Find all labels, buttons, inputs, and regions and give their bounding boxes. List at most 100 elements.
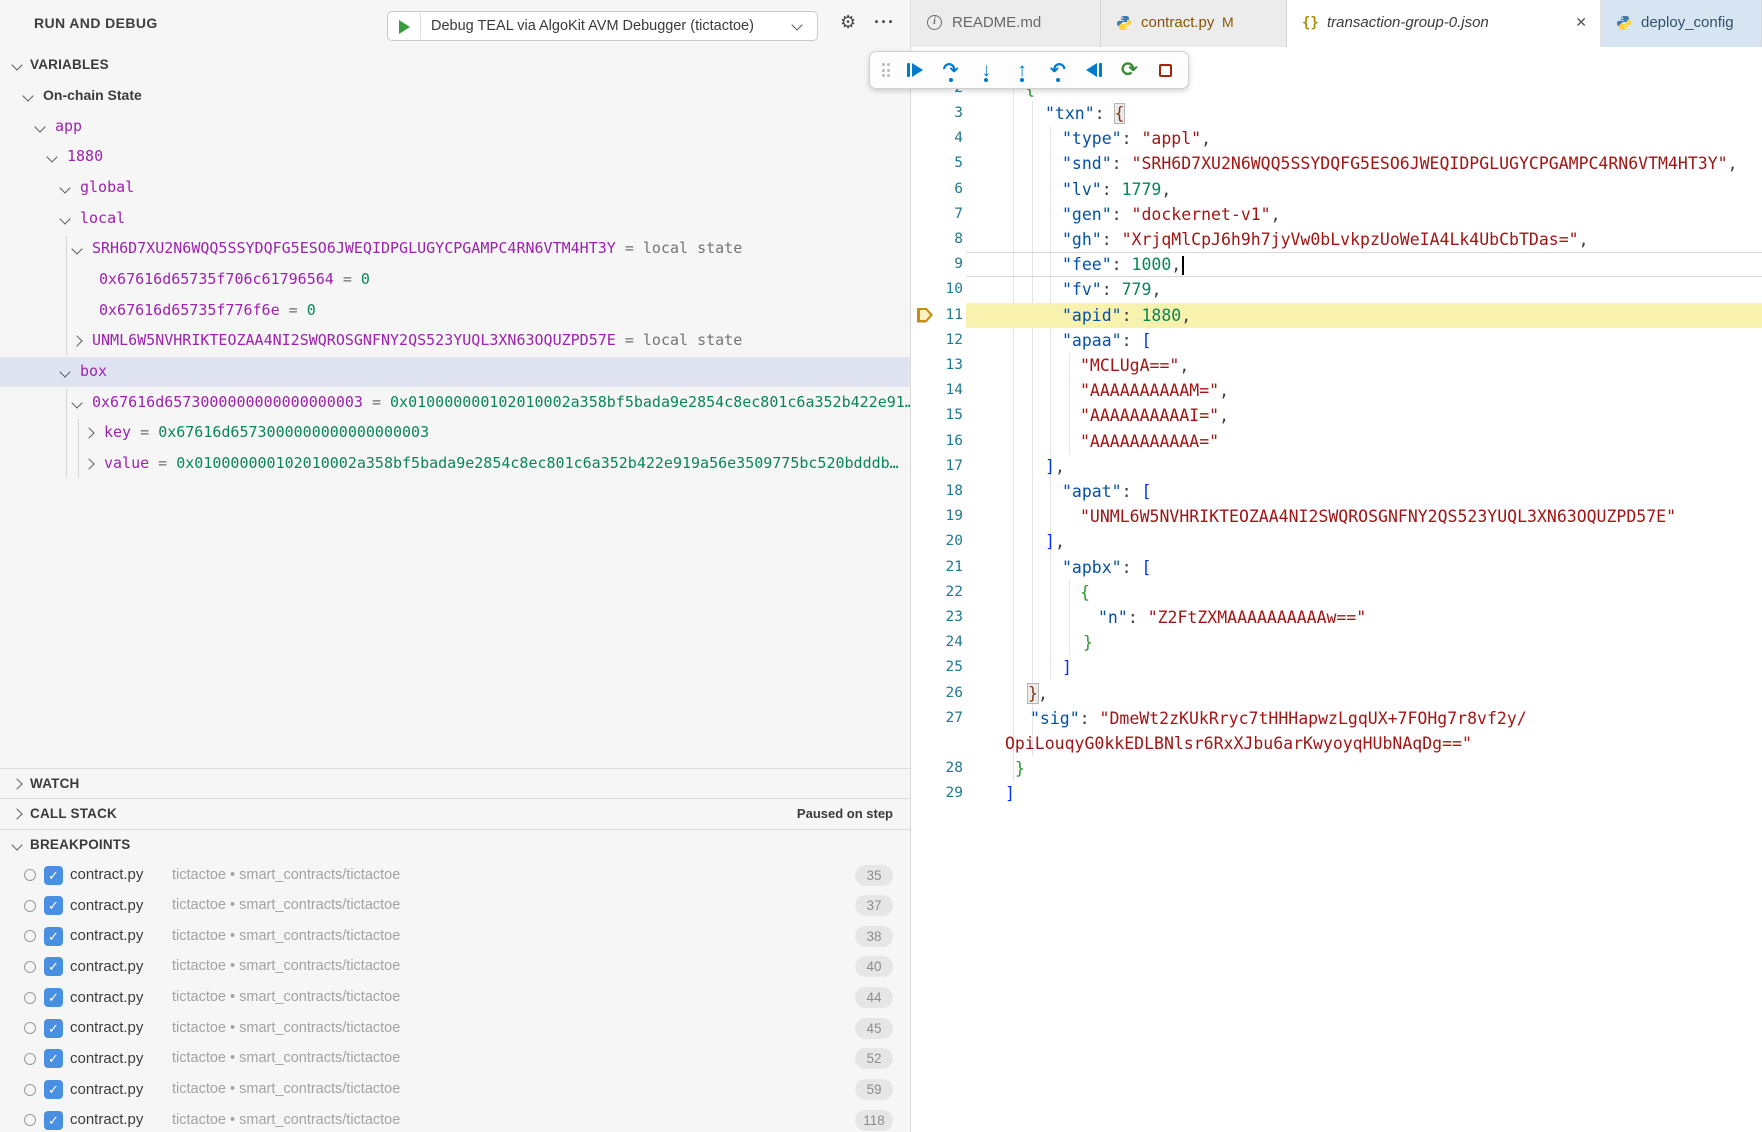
editor-line-number[interactable]: 4 <box>911 126 963 151</box>
editor-line[interactable]: "n": "Z2FtZXMAAAAAAAAAAw==" <box>1098 605 1366 630</box>
call-stack-section-header[interactable]: CALL STACK Paused on step <box>0 798 910 828</box>
editor-line-number[interactable]: 14 <box>911 378 963 403</box>
editor-line[interactable]: "UNML6W5NVHRIKTEOZAA4NI2SWQROSGNFNY2QS52… <box>1080 504 1676 529</box>
variables-tree-row[interactable]: 0x67616d65735f776f6e = 0 <box>0 296 910 327</box>
editor-line-number[interactable]: 15 <box>911 403 963 428</box>
chevron-down-icon[interactable] <box>71 397 82 408</box>
editor-line[interactable]: "txn": { <box>1045 101 1124 126</box>
variables-tree-row[interactable]: 0x67616d6573000000000000000003 = 0x01000… <box>0 388 910 419</box>
editor-line[interactable]: } <box>1015 756 1025 781</box>
editor-line[interactable]: "lv": 1779, <box>1062 177 1171 202</box>
debug-step-back-button[interactable]: ↶ <box>1043 55 1073 85</box>
variables-tree-row[interactable]: global <box>0 173 910 204</box>
chevron-down-icon[interactable] <box>59 213 70 224</box>
editor-line[interactable]: "AAAAAAAAAAM=", <box>1080 378 1229 403</box>
variables-tree-row[interactable]: value = 0x010000000102010002a358bf5bada9… <box>0 449 910 480</box>
debug-reverse-continue-button[interactable] <box>1079 55 1109 85</box>
breakpoint-checkbox[interactable]: ✓ <box>44 927 63 946</box>
editor-line[interactable]: }, <box>1028 681 1048 706</box>
editor-line[interactable]: "type": "appl", <box>1062 126 1211 151</box>
tab-deploy-config[interactable]: deploy_config <box>1601 0 1762 47</box>
start-debug-icon[interactable] <box>399 20 410 34</box>
editor-line[interactable]: "MCLUgA==", <box>1080 353 1189 378</box>
editor-line[interactable]: OpiLouqyG0kkEDLBNlsr6RxXJbu6arKwyoyqHUbN… <box>1005 731 1472 756</box>
chevron-down-icon[interactable] <box>46 152 57 163</box>
gear-icon[interactable]: ⚙ <box>840 12 856 33</box>
editor-line-number[interactable]: 6 <box>911 177 963 202</box>
editor-line-number[interactable]: 28 <box>911 756 963 781</box>
variables-tree-row[interactable]: SRH6D7XU2N6WQQ5SSYDQFG5ESO6JWEQIDPGLUGYC… <box>0 234 910 265</box>
variables-tree-row[interactable]: 0x67616d65735f706c61796564 = 0 <box>0 265 910 296</box>
breakpoint-checkbox[interactable]: ✓ <box>44 988 63 1007</box>
tab-transaction-group-0-json[interactable]: {}transaction-group-0.json✕ <box>1287 0 1601 48</box>
editor-line[interactable]: "apaa": [ <box>1062 328 1151 353</box>
editor-line-number[interactable]: 9 <box>911 252 963 277</box>
editor-line[interactable]: ], <box>1045 529 1065 554</box>
editor-line[interactable]: } <box>1083 630 1093 655</box>
debug-step-over-button[interactable]: ↷ <box>936 55 966 85</box>
breakpoint-checkbox[interactable]: ✓ <box>44 957 63 976</box>
variables-tree-row[interactable]: On-chain State <box>0 81 910 112</box>
editor-line-number[interactable]: 10 <box>911 277 963 302</box>
breakpoint-row[interactable]: ✓contract.pytictactoe • smart_contracts/… <box>0 860 910 891</box>
debug-config-dropdown[interactable]: Debug TEAL via AlgoKit AVM Debugger (tic… <box>387 11 818 41</box>
debug-step-out-button[interactable]: ↑ <box>1007 55 1037 85</box>
breakpoints-section-header[interactable]: BREAKPOINTS <box>0 829 910 859</box>
breakpoint-checkbox[interactable]: ✓ <box>44 1080 63 1099</box>
editor-line-number[interactable]: 3 <box>911 101 963 126</box>
editor-line[interactable]: ], <box>1045 454 1065 479</box>
breakpoint-row[interactable]: ✓contract.pytictactoe • smart_contracts/… <box>0 983 910 1014</box>
breakpoint-checkbox[interactable]: ✓ <box>44 896 63 915</box>
debug-step-into-button[interactable]: ↓ <box>971 55 1001 85</box>
editor-line-number[interactable]: 22 <box>911 580 963 605</box>
variables-tree-row[interactable]: UNML6W5NVHRIKTEOZAA4NI2SWQROSGNFNY2QS523… <box>0 326 910 357</box>
editor-line-number[interactable]: 13 <box>911 353 963 378</box>
editor-line[interactable]: ] <box>1062 655 1072 680</box>
chevron-down-icon[interactable] <box>59 182 70 193</box>
editor-line[interactable]: "fv": 779, <box>1062 277 1161 302</box>
chevron-right-icon[interactable] <box>83 427 94 438</box>
editor-line[interactable]: { <box>1080 580 1090 605</box>
chevron-right-icon[interactable] <box>83 458 94 469</box>
editor-line-number[interactable]: 12 <box>911 328 963 353</box>
editor-line[interactable]: "AAAAAAAAAAA=" <box>1080 429 1219 454</box>
watch-section-header[interactable]: WATCH <box>0 768 910 798</box>
close-icon[interactable]: ✕ <box>1575 14 1587 31</box>
json-editor[interactable]: 1[2{3"txn": {4"type": "appl",5"snd": "SR… <box>911 47 1762 1132</box>
variables-tree-row[interactable]: box <box>0 357 910 388</box>
tab-contract-py[interactable]: contract.pyM <box>1101 0 1287 47</box>
editor-line-number[interactable]: 23 <box>911 605 963 630</box>
editor-line-number[interactable]: 18 <box>911 479 963 504</box>
debug-restart-button[interactable]: ⟳ <box>1114 55 1144 85</box>
editor-line[interactable]: "apbx": [ <box>1062 555 1151 580</box>
breakpoint-checkbox[interactable]: ✓ <box>44 1111 63 1130</box>
breakpoint-row[interactable]: ✓contract.pytictactoe • smart_contracts/… <box>0 1075 910 1106</box>
breakpoint-checkbox[interactable]: ✓ <box>44 1049 63 1068</box>
breakpoint-row[interactable]: ✓contract.pytictactoe • smart_contracts/… <box>0 1013 910 1044</box>
more-actions-icon[interactable]: ··· <box>874 12 895 33</box>
editor-line-number[interactable]: 16 <box>911 429 963 454</box>
editor-line-number[interactable]: 7 <box>911 202 963 227</box>
editor-line[interactable]: "sig": "DmeWt2zKUkRryc7tHHHapwzLgqUX+7FO… <box>1030 706 1527 731</box>
editor-line[interactable]: "apat": [ <box>1062 479 1151 504</box>
variables-section-header[interactable]: VARIABLES <box>0 50 910 80</box>
chevron-down-icon[interactable] <box>22 90 33 101</box>
variables-tree-row[interactable]: key = 0x67616d6573000000000000000003 <box>0 418 910 449</box>
editor-line[interactable]: "apid": 1880, <box>1062 303 1191 328</box>
chevron-down-icon[interactable] <box>34 121 45 132</box>
variables-tree-row[interactable]: local <box>0 204 910 235</box>
chevron-down-icon[interactable] <box>71 244 82 255</box>
editor-line-number[interactable]: 20 <box>911 529 963 554</box>
editor-line-number[interactable]: 21 <box>911 555 963 580</box>
editor-line-number[interactable]: 19 <box>911 504 963 529</box>
editor-line[interactable]: "gh": "XrjqMlCpJ6h9h7jyVw0bLvkpzUoWeIA4L… <box>1062 227 1589 252</box>
editor-line-number[interactable]: 17 <box>911 454 963 479</box>
editor-line-number[interactable]: 25 <box>911 655 963 680</box>
editor-line[interactable]: "snd": "SRH6D7XU2N6WQQ5SSYDQFG5ESO6JWEQI… <box>1062 151 1738 176</box>
breakpoint-row[interactable]: ✓contract.pytictactoe • smart_contracts/… <box>0 1044 910 1075</box>
editor-line[interactable]: "gen": "dockernet-v1", <box>1062 202 1281 227</box>
editor-line-number[interactable]: 29 <box>911 781 963 806</box>
chevron-down-icon[interactable] <box>59 366 70 377</box>
editor-line[interactable]: "AAAAAAAAAAI=", <box>1080 403 1229 428</box>
breakpoint-row[interactable]: ✓contract.pytictactoe • smart_contracts/… <box>0 891 910 922</box>
